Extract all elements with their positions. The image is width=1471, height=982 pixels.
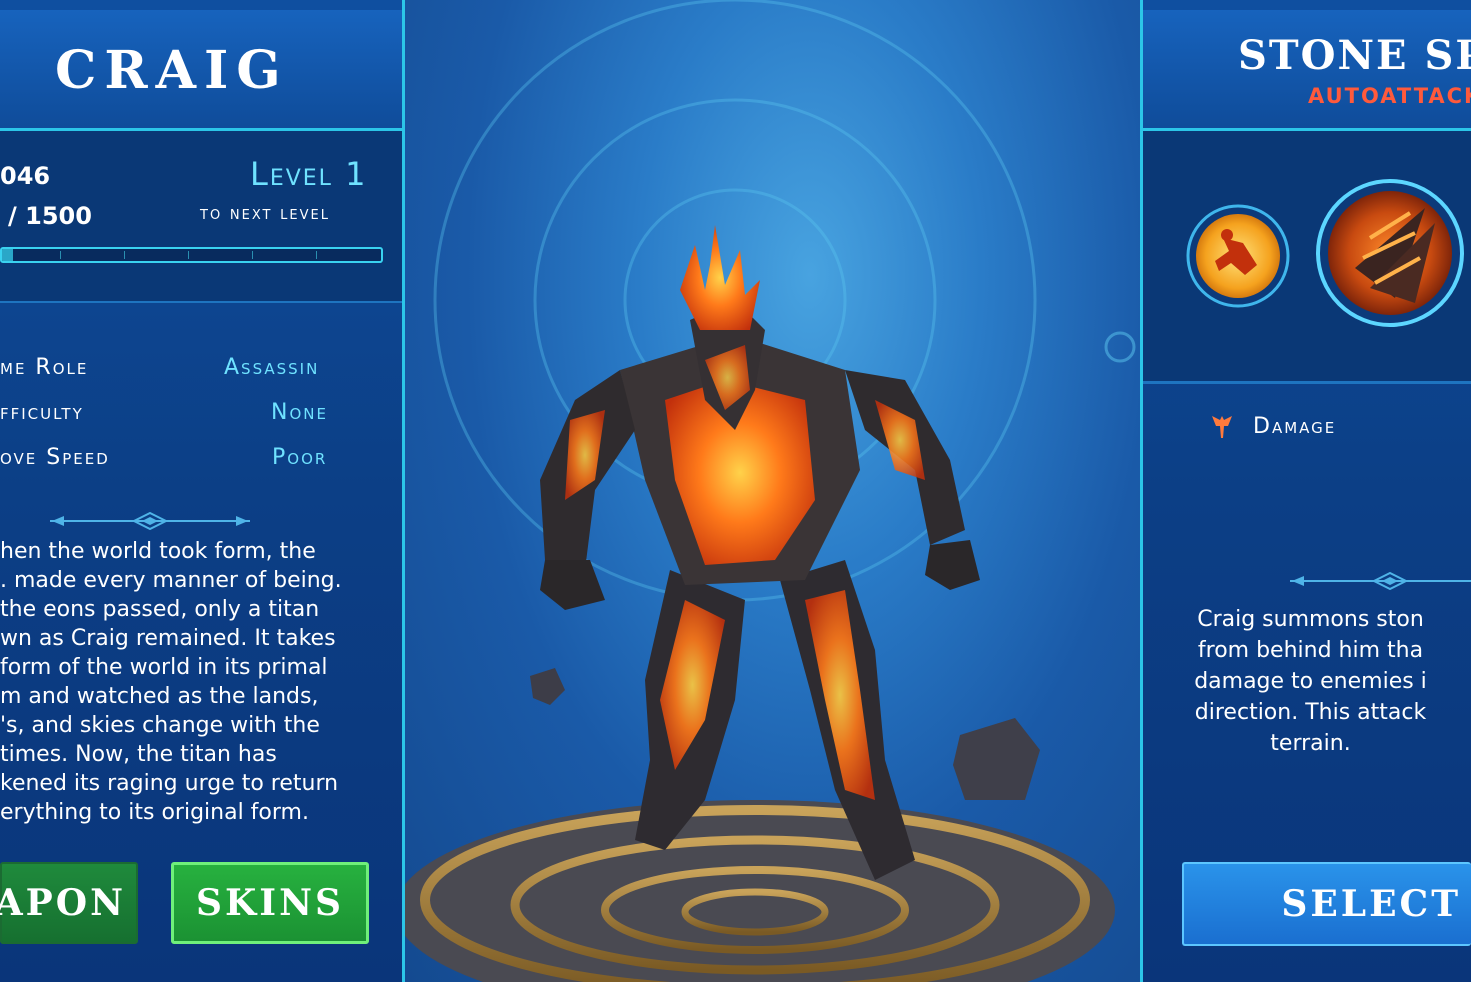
stat-label-move-speed: ove Speed (0, 445, 110, 470)
lore-line: erything to its original form. (0, 800, 309, 825)
lore-line: hen the world took form, the (0, 539, 316, 564)
damage-icon (1212, 416, 1232, 438)
lore-line: times. Now, the titan has (0, 742, 277, 767)
lore-line: . made every manner of being. (0, 568, 342, 593)
stat-value-difficulty: None (271, 400, 328, 425)
pedestal (405, 800, 1115, 982)
ability-icon-dash[interactable] (1185, 203, 1291, 309)
ability-icon-stone-spike[interactable] (1315, 178, 1465, 328)
lore-line: the eons passed, only a titan (0, 597, 320, 622)
ability-description: Craig summons ston from behind him tha d… (1150, 604, 1471, 759)
hero-name: CRAIG (55, 40, 289, 101)
craig-hero-model (540, 225, 980, 880)
lore-line: m and watched as the lands, (0, 684, 319, 709)
ornament-divider (50, 512, 250, 530)
description-line: damage to enemies i (1194, 669, 1427, 694)
description-line: from behind him tha (1197, 638, 1424, 663)
select-button[interactable]: SELECT (1182, 862, 1471, 946)
xp-progress-fill (2, 249, 14, 261)
xp-progress-bar (0, 247, 383, 263)
hero-lore: hen the world took form, the . made ever… (0, 537, 400, 827)
ability-name: STONE SPI (1238, 32, 1471, 79)
description-line: direction. This attack (1194, 700, 1427, 725)
lore-line: wn as Craig remained. It takes (0, 626, 336, 651)
xp-current: 046 (0, 162, 51, 190)
lore-line: 's, and skies change with the (0, 713, 320, 738)
xp-total: / 1500 (8, 202, 92, 230)
stat-value-move-speed: Poor (272, 445, 328, 470)
description-line: Craig summons ston (1197, 607, 1424, 632)
lore-line: kened its raging urge to return (0, 771, 339, 796)
next-level-label: to next level (200, 203, 330, 224)
hero-model-viewport[interactable] (405, 0, 1141, 982)
skins-button[interactable]: SKINS (171, 862, 369, 944)
stat-value-role: Assassin (224, 355, 320, 380)
level-label: Level 1 (250, 155, 368, 193)
ornament-divider-right (1290, 572, 1471, 590)
ability-stat-label: Damage (1253, 414, 1337, 439)
description-line: terrain. (1270, 731, 1351, 756)
ability-type: AUTOATTACK (1308, 84, 1471, 108)
lore-line: form of the world in its primal (0, 655, 328, 680)
weapon-button[interactable]: EAPON (0, 862, 138, 944)
stat-label-role: me Role (0, 355, 89, 380)
hero-scene (405, 0, 1136, 982)
stat-label-difficulty: fficulty (0, 400, 84, 425)
